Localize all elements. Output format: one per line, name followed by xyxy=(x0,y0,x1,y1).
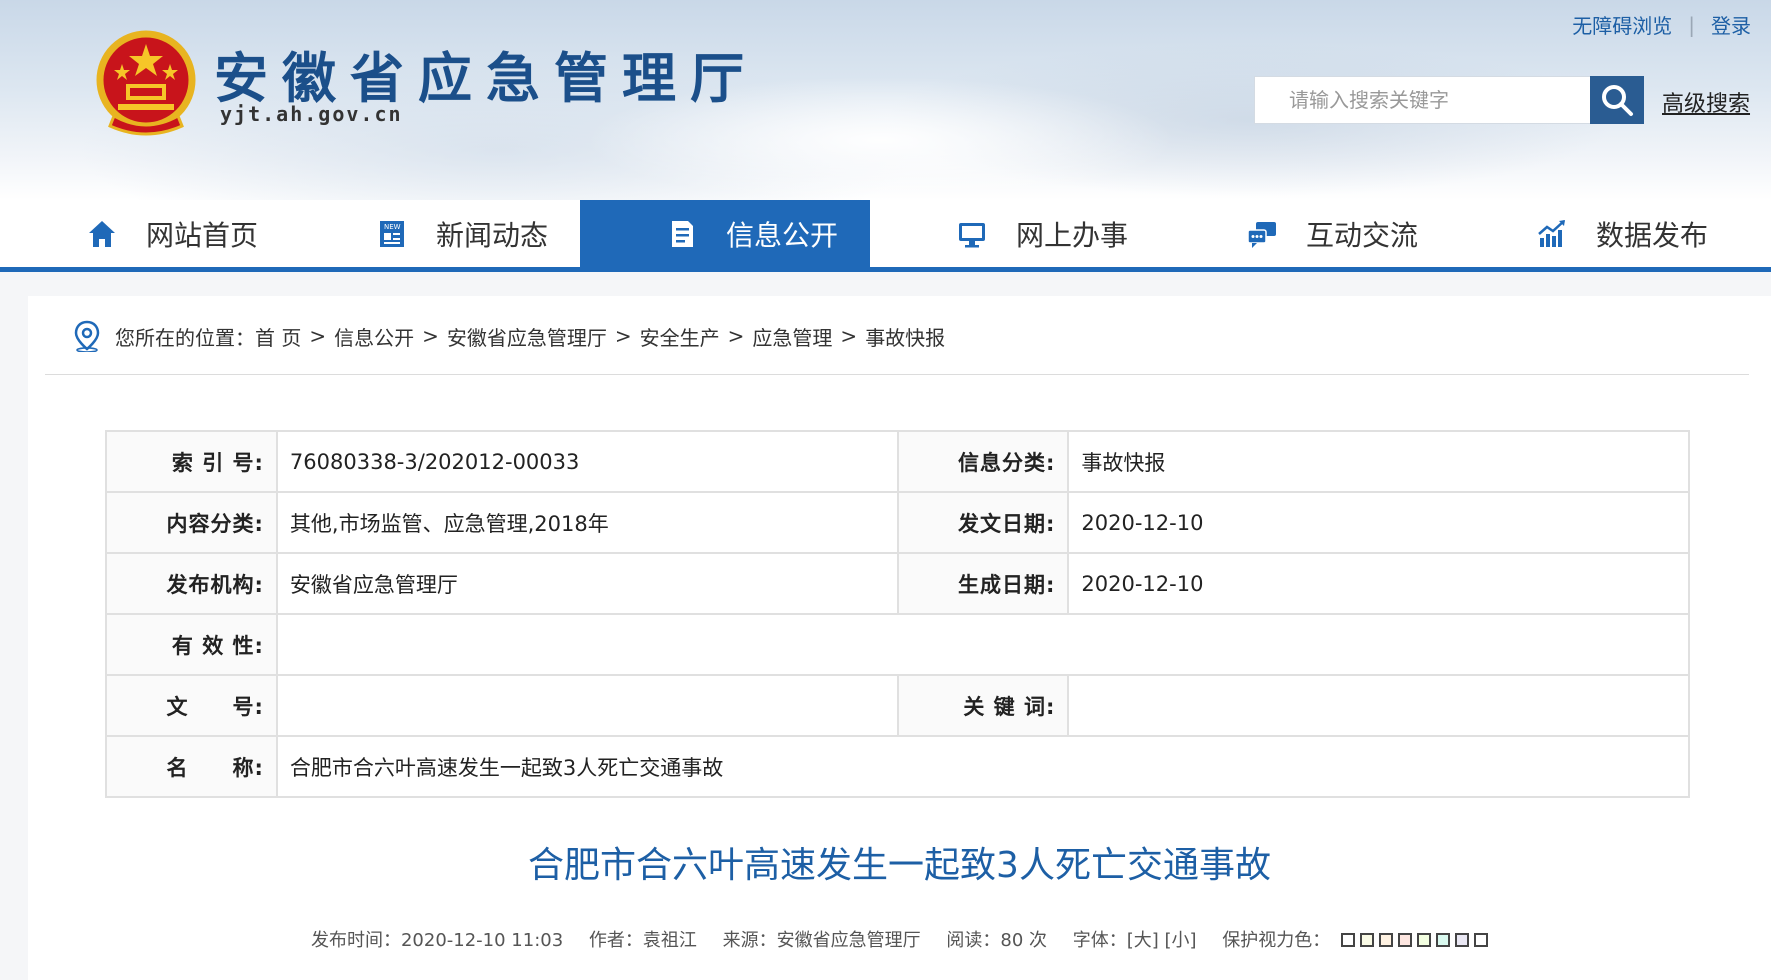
breadcrumb-item-department[interactable]: 安徽省应急管理厅 xyxy=(447,322,607,351)
index-value: 76080338-3/202012-00033 xyxy=(275,430,899,493)
nav-online-service[interactable]: 网上办事 xyxy=(870,200,1160,267)
breadcrumb-separator: > xyxy=(614,324,632,348)
validity-label: 有 效 性: xyxy=(105,613,278,676)
nav-label: 数据发布 xyxy=(1596,218,1709,252)
nav-info-public[interactable]: 信息公开 xyxy=(580,200,870,267)
font-size-control[interactable]: 字体：[大] [小] xyxy=(1073,930,1197,951)
name-value: 合肥市合六叶高速发生一起致3人死亡交通事故 xyxy=(275,735,1691,798)
breadcrumb-separator: > xyxy=(727,324,745,348)
breadcrumb-separator: > xyxy=(309,324,327,348)
created-date-label: 生成日期: xyxy=(896,552,1070,615)
category-label: 信息分类: xyxy=(896,430,1070,493)
chart-icon xyxy=(1538,220,1565,247)
eye-color-swatch[interactable] xyxy=(1474,933,1489,947)
location-pin-icon xyxy=(74,320,100,352)
eye-color-swatches xyxy=(1336,930,1489,951)
breadcrumb-item-accident-report[interactable]: 事故快报 xyxy=(865,322,945,351)
content-card: 您所在的位置： 首 页 > 信息公开 > 安徽省应急管理厅 > 安全生产 > 应… xyxy=(28,296,1771,980)
top-links: 无障碍浏览 | 登录 xyxy=(1572,10,1751,39)
eye-color-swatch[interactable] xyxy=(1379,933,1394,947)
nav-news[interactable]: NEW 新闻动态 xyxy=(290,200,580,267)
breadcrumb-prefix: 您所在的位置： xyxy=(115,325,255,350)
table-row: 名 称: 合肥市合六叶高速发生一起致3人死亡交通事故 xyxy=(105,735,1691,798)
publisher-label: 发布机构: xyxy=(105,552,278,615)
table-row: 文 号: 关 键 词: xyxy=(105,674,1690,737)
index-label: 索 引 号: xyxy=(105,430,278,493)
divider xyxy=(45,374,1749,375)
news-icon: NEW xyxy=(380,221,404,247)
monitor-icon xyxy=(959,223,985,248)
created-date-value: 2020-12-10 xyxy=(1067,552,1690,615)
search-icon xyxy=(1602,85,1633,116)
table-row: 有 效 性: xyxy=(105,613,1691,676)
breadcrumb-separator: > xyxy=(840,324,858,348)
issue-date-label: 发文日期: xyxy=(896,491,1070,554)
breadcrumb-item-home[interactable]: 首 页 xyxy=(255,322,301,351)
national-emblem-icon xyxy=(96,30,196,136)
search-input[interactable]: 请输入搜索关键字 xyxy=(1254,76,1592,124)
nav-label: 互动交流 xyxy=(1306,218,1419,252)
nav-label: 新闻动态 xyxy=(436,218,549,252)
category-value: 事故快报 xyxy=(1067,430,1690,493)
doc-number-value xyxy=(275,674,899,737)
document-meta-table: 索 引 号: 76080338-3/202012-00033 信息分类: 事故快… xyxy=(105,430,1691,798)
content-category-value: 其他,市场监管、应急管理,2018年 xyxy=(275,491,899,554)
nav-interaction[interactable]: 互动交流 xyxy=(1160,200,1450,267)
divider: | xyxy=(1688,12,1695,37)
table-row: 索 引 号: 76080338-3/202012-00033 信息分类: 事故快… xyxy=(105,430,1690,493)
content-category-label: 内容分类: xyxy=(105,491,278,554)
site-domain: yjt.ah.gov.cn xyxy=(220,102,403,126)
eye-color-swatch[interactable] xyxy=(1455,933,1470,947)
site-header: 安徽省应急管理厅 yjt.ah.gov.cn 无障碍浏览 | 登录 请输入搜索关… xyxy=(0,0,1771,200)
issue-date-value: 2020-12-10 xyxy=(1067,491,1690,554)
nav-label: 信息公开 xyxy=(726,218,839,252)
publisher-value: 安徽省应急管理厅 xyxy=(275,552,899,615)
table-row: 发布机构: 安徽省应急管理厅 生成日期: 2020-12-10 xyxy=(105,552,1690,615)
login-link[interactable]: 登录 xyxy=(1711,10,1751,39)
eye-color-swatch[interactable] xyxy=(1417,933,1432,947)
nav-label: 网站首页 xyxy=(146,218,259,252)
read-count: 阅读：80 次 xyxy=(946,930,1048,951)
validity-value xyxy=(275,613,1691,676)
accessibility-link[interactable]: 无障碍浏览 xyxy=(1572,10,1672,39)
table-row: 内容分类: 其他,市场监管、应急管理,2018年 发文日期: 2020-12-1… xyxy=(105,491,1690,554)
publish-time: 发布时间：2020-12-10 11:03 xyxy=(310,930,564,951)
advanced-search-link[interactable]: 高级搜索 xyxy=(1662,86,1750,118)
eye-color-swatch[interactable] xyxy=(1398,933,1413,947)
breadcrumb-separator: > xyxy=(422,324,439,348)
search-button[interactable] xyxy=(1590,76,1644,124)
eye-color-swatch[interactable] xyxy=(1341,933,1356,947)
nav-home[interactable]: 网站首页 xyxy=(0,200,290,267)
name-label: 名 称: xyxy=(105,735,278,798)
eye-color-label: 保护视力色： xyxy=(1222,930,1331,951)
nav-label: 网上办事 xyxy=(1016,218,1129,252)
main-nav: 网站首页 NEW 新闻动态 信息公开 网上办事 互动交流 数据发布 xyxy=(0,200,1771,272)
eye-color-swatch[interactable] xyxy=(1360,933,1375,947)
keywords-label: 关 键 词: xyxy=(896,674,1070,737)
article-meta: 发布时间：2020-12-10 11:03 作者：袁祖江 来源：安徽省应急管理厅… xyxy=(28,926,1771,952)
breadcrumb-item-emergency[interactable]: 应急管理 xyxy=(752,322,832,351)
article-title: 合肥市合六叶高速发生一起致3人死亡交通事故 xyxy=(528,845,1271,886)
eye-color-swatch[interactable] xyxy=(1436,933,1451,947)
breadcrumb: 您所在的位置： 首 页 > 信息公开 > 安徽省应急管理厅 > 安全生产 > 应… xyxy=(73,311,945,361)
breadcrumb-item-info-public[interactable]: 信息公开 xyxy=(334,322,414,351)
svg-text:NEW: NEW xyxy=(384,223,401,231)
author: 作者：袁祖江 xyxy=(588,930,697,951)
source: 来源：安徽省应急管理厅 xyxy=(722,930,921,951)
breadcrumb-item-safety[interactable]: 安全生产 xyxy=(640,322,720,351)
chat-icon xyxy=(1247,222,1276,248)
document-icon xyxy=(672,221,693,247)
home-icon xyxy=(89,221,115,247)
nav-data-release[interactable]: 数据发布 xyxy=(1450,200,1740,267)
keywords-value xyxy=(1067,674,1690,737)
doc-number-label: 文 号: xyxy=(105,674,278,737)
